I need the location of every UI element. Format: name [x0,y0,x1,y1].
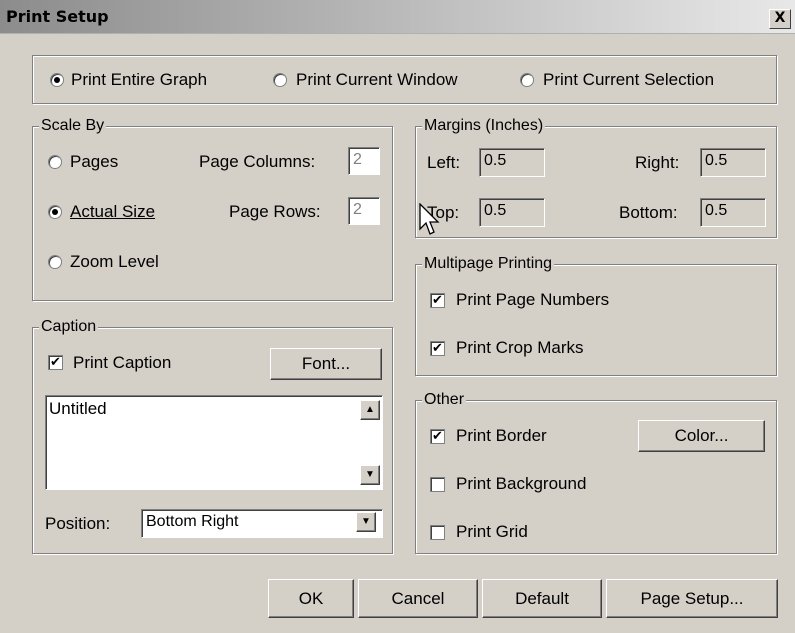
print-scope-group: Print Entire Graph Print Current Window … [32,55,777,104]
page-rows-label: Page Rows: [229,202,321,221]
radio-print-entire-graph[interactable] [50,73,64,87]
margin-left-label: Left: [427,153,461,172]
margins-legend: Margins (Inches) [422,117,546,135]
caption-text: Untitled [49,399,107,418]
cancel-button[interactable]: Cancel [358,579,478,618]
radio-label-actual-size[interactable]: Actual Size [70,202,155,222]
scroll-down-button[interactable]: ▼ [360,465,380,485]
radio-actual-size[interactable] [48,205,62,219]
color-button[interactable]: Color... [638,420,765,452]
radio-zoom-level[interactable] [48,255,62,269]
checkbox-print-border[interactable]: ✔ [430,429,445,444]
margin-bottom-label: Bottom: [619,203,678,222]
ok-button[interactable]: OK [268,579,354,618]
label-print-border[interactable]: Print Border [456,426,547,446]
margin-top-field[interactable]: 0.5 [479,198,545,227]
checkbox-print-caption[interactable]: ✔ [48,355,63,370]
scroll-up-button[interactable]: ▲ [360,400,380,420]
radio-pages[interactable] [48,155,62,169]
radio-print-current-window[interactable] [273,73,287,87]
label-print-grid[interactable]: Print Grid [456,522,528,542]
margin-left-field[interactable]: 0.5 [479,148,545,177]
check-icon: ✔ [432,293,443,308]
arrow-up-icon: ▲ [365,404,375,415]
checkbox-print-background[interactable] [430,477,445,492]
arrow-down-icon: ▼ [365,469,375,480]
dropdown-button[interactable]: ▼ [356,512,376,532]
margin-right-label: Right: [635,153,680,172]
check-icon: ✔ [50,355,61,370]
label-print-background[interactable]: Print Background [456,474,586,494]
scale-by-legend: Scale By [39,117,107,135]
other-legend: Other [422,391,467,409]
radio-label-print-current-window[interactable]: Print Current Window [296,70,458,90]
multipage-legend: Multipage Printing [422,255,555,273]
scale-by-group: Scale By Pages Page Columns: 2 Actual Si… [32,117,393,301]
radio-print-current-selection[interactable] [520,73,534,87]
margins-group: Margins (Inches) Left: 0.5 Right: 0.5 To… [415,117,777,238]
checkbox-print-crop-marks[interactable]: ✔ [430,341,445,356]
caption-group: Caption ✔ Print Caption Font... Untitled… [32,318,393,554]
radio-label-zoom-level[interactable]: Zoom Level [70,252,159,272]
close-icon: X [774,10,786,26]
position-label: Position: [45,514,111,533]
other-group: Other ✔ Print Border Color... Print Back… [415,391,777,554]
radio-dot [52,209,58,215]
mouse-pointer-icon [419,203,440,235]
margin-right-field[interactable]: 0.5 [700,148,766,177]
close-button[interactable]: X [769,9,791,29]
radio-dot [54,77,60,83]
page-columns-field[interactable]: 2 [348,147,380,175]
radio-label-print-current-selection[interactable]: Print Current Selection [543,70,714,90]
window-title: Print Setup [6,7,109,26]
default-button[interactable]: Default [482,579,602,618]
chevron-down-icon: ▼ [361,516,371,527]
margin-bottom-field[interactable]: 0.5 [700,198,766,227]
position-select-value: Bottom Right [146,513,239,530]
check-icon: ✔ [432,341,443,356]
label-print-crop-marks[interactable]: Print Crop Marks [456,338,584,358]
checkbox-print-grid[interactable] [430,525,445,540]
multipage-printing-group: Multipage Printing ✔ Print Page Numbers … [415,255,777,376]
check-icon: ✔ [432,429,443,444]
caption-text-area[interactable]: Untitled ▲ ▼ [45,395,383,490]
caption-legend: Caption [39,318,99,336]
title-bar: Print Setup X [0,0,795,34]
radio-label-pages[interactable]: Pages [70,152,118,172]
label-print-caption[interactable]: Print Caption [73,353,171,373]
checkbox-print-page-numbers[interactable]: ✔ [430,293,445,308]
page-columns-label: Page Columns: [199,152,316,171]
position-select[interactable]: Bottom Right ▼ [141,509,383,538]
radio-label-print-entire-graph[interactable]: Print Entire Graph [71,70,207,90]
page-setup-button[interactable]: Page Setup... [606,579,778,618]
label-print-page-numbers[interactable]: Print Page Numbers [456,290,609,310]
page-rows-field[interactable]: 2 [348,197,380,225]
font-button[interactable]: Font... [270,348,382,380]
